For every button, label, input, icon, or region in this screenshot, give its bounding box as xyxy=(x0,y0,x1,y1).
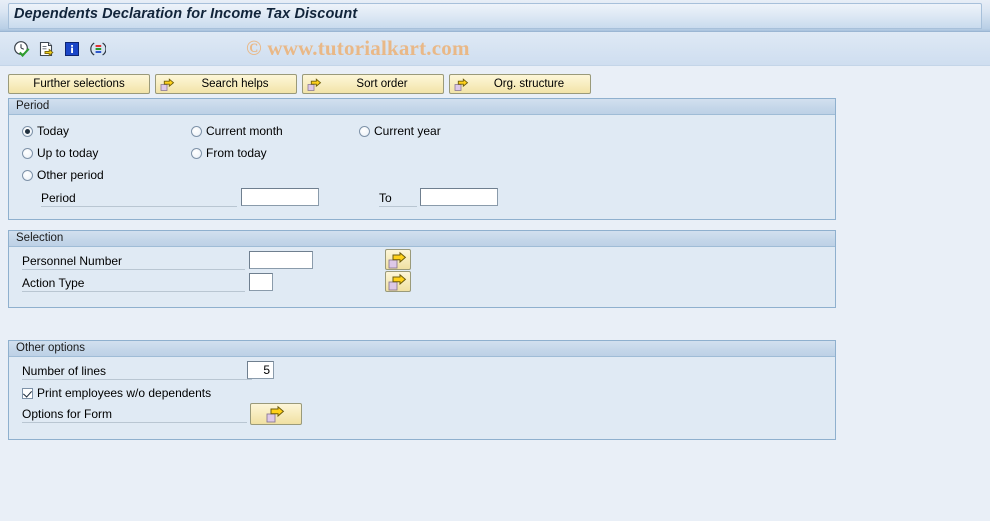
selection-group-body: Personnel Number Action Type xyxy=(9,247,835,307)
radio-up-to-today-label: Up to today xyxy=(37,146,99,160)
sort-order-label: Sort order xyxy=(356,78,408,90)
yellow-arrow-icon xyxy=(454,77,469,92)
sort-order-button[interactable]: Sort order xyxy=(302,74,444,94)
checkbox-indicator xyxy=(22,387,33,399)
further-selections-button[interactable]: Further selections xyxy=(8,74,150,94)
application-toolbar xyxy=(0,32,990,66)
radio-up-to-today[interactable]: Up to today xyxy=(22,146,98,160)
radio-other-period-label: Other period xyxy=(37,168,104,182)
personnel-number-input[interactable] xyxy=(249,251,313,269)
org-structure-button[interactable]: Org. structure xyxy=(449,74,591,94)
radio-current-month-indicator xyxy=(191,125,202,137)
selection-buttons-row: Further selections Search helps Sort ord… xyxy=(0,74,990,98)
radio-other-period[interactable]: Other period xyxy=(22,168,104,182)
period-from-input[interactable] xyxy=(241,188,319,206)
radio-today-indicator xyxy=(22,125,33,137)
search-helps-label: Search helps xyxy=(201,78,269,90)
radio-up-to-today-indicator xyxy=(22,147,33,159)
radio-from-today-label: From today xyxy=(206,146,267,160)
options-for-form-label: Options for Form xyxy=(22,407,113,421)
other-options-group-header: Other options xyxy=(9,341,835,357)
radio-other-period-indicator xyxy=(22,169,33,181)
number-of-lines-input[interactable] xyxy=(247,361,274,379)
radio-current-month[interactable]: Current month xyxy=(191,124,283,138)
org-structure-label: Org. structure xyxy=(493,78,565,90)
period-group-header: Period xyxy=(9,99,835,115)
page-title: Dependents Declaration for Income Tax Di… xyxy=(14,6,358,22)
period-field-label: Period xyxy=(41,191,76,205)
radio-current-year-indicator xyxy=(359,125,370,137)
radio-current-month-label: Current month xyxy=(206,124,283,138)
other-options-group: Other options Number of lines Print empl… xyxy=(8,340,836,440)
selection-group-header: Selection xyxy=(9,231,835,247)
personnel-number-rule xyxy=(22,269,245,270)
period-field-rule xyxy=(41,206,237,207)
radio-today[interactable]: Today xyxy=(22,124,69,138)
selection-group: Selection Personnel Number Action Type xyxy=(8,230,836,308)
search-helps-button[interactable]: Search helps xyxy=(155,74,297,94)
personnel-number-label: Personnel Number xyxy=(22,254,123,268)
info-icon[interactable] xyxy=(63,40,81,58)
radio-current-year-label: Current year xyxy=(374,124,441,138)
yellow-arrow-icon xyxy=(307,77,322,92)
period-to-input[interactable] xyxy=(420,188,498,206)
period-group: Period Today Current month Current year … xyxy=(8,98,836,220)
print-employees-without-dependents-checkbox[interactable]: Print employees w/o dependents xyxy=(22,386,211,400)
radio-current-year[interactable]: Current year xyxy=(359,124,441,138)
action-type-rule xyxy=(22,291,245,292)
personnel-number-multiple-selection-button[interactable] xyxy=(385,249,411,270)
to-field-rule xyxy=(379,206,417,207)
period-group-body: Today Current month Current year Up to t… xyxy=(9,115,835,219)
print-employees-without-dependents-label: Print employees w/o dependents xyxy=(37,386,212,400)
action-type-input[interactable] xyxy=(249,273,273,291)
options-for-form-rule xyxy=(22,422,247,423)
window-title-bar: Dependents Declaration for Income Tax Di… xyxy=(0,0,990,32)
execute-clock-icon[interactable] xyxy=(13,40,31,58)
get-variant-icon[interactable] xyxy=(38,40,56,58)
number-of-lines-label: Number of lines xyxy=(22,364,107,378)
yellow-arrow-icon xyxy=(160,77,175,92)
radio-from-today-indicator xyxy=(191,147,202,159)
variant-attributes-icon[interactable] xyxy=(88,40,107,58)
further-selections-label: Further selections xyxy=(33,78,125,90)
radio-today-label: Today xyxy=(37,124,70,138)
number-of-lines-rule xyxy=(22,379,252,380)
action-type-multiple-selection-button[interactable] xyxy=(385,271,411,292)
other-options-group-body: Number of lines Print employees w/o depe… xyxy=(9,357,835,439)
action-type-label: Action Type xyxy=(22,276,85,290)
to-field-label: To xyxy=(379,191,392,205)
options-for-form-button[interactable] xyxy=(250,403,302,425)
radio-from-today[interactable]: From today xyxy=(191,146,267,160)
